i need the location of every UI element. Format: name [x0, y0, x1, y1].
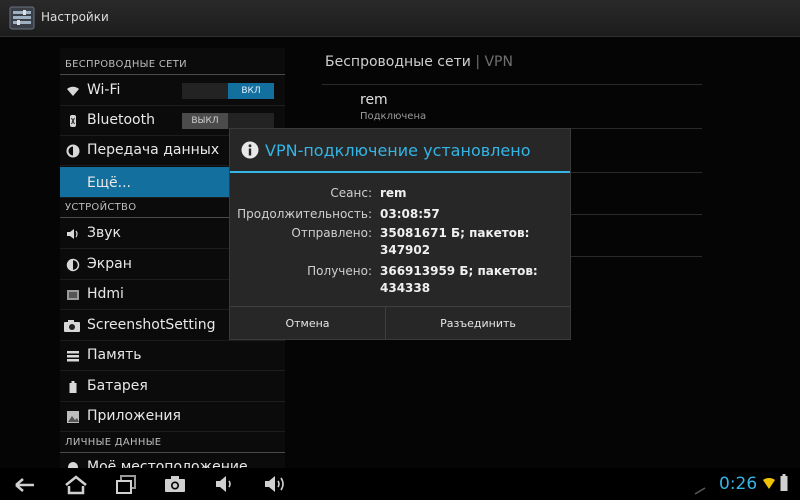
location-icon: [68, 462, 78, 468]
session-value: rem: [380, 186, 407, 200]
display-icon: [66, 258, 80, 272]
volume-down-icon[interactable]: [215, 475, 235, 493]
sidebar-item-label: Моё местоположение: [87, 459, 248, 468]
section-header-personal: ЛИЧНЫЕ ДАННЫЕ: [65, 437, 162, 448]
page-title: Беспроводные сети | VPN: [325, 54, 513, 70]
sent-value: 35081671 Б; пакетов: 347902: [380, 226, 530, 257]
sidebar-item-label: Батарея: [87, 378, 148, 394]
content-divider: [571, 256, 702, 257]
system-nav-bar: [0, 468, 800, 500]
section-divider: [60, 452, 285, 453]
sound-icon: [67, 229, 78, 239]
recent-apps-icon[interactable]: [115, 475, 137, 495]
vpn-connected-dialog: VPN-подключение установлено Сеанс: rem П…: [229, 128, 571, 340]
sidebar-item-label: Wi-Fi: [87, 82, 121, 98]
page-title-text: Беспроводные сети: [325, 54, 471, 70]
section-header-wireless: БЕСПРОВОДНЫЕ СЕТИ: [65, 59, 187, 70]
sidebar-item-label: Ещё...: [87, 175, 131, 191]
breadcrumb: | VPN: [475, 54, 513, 70]
section-divider: [60, 74, 285, 75]
vpn-profile-status: Подключена: [360, 111, 427, 122]
data-usage-icon: [66, 144, 80, 158]
sidebar-item-label: Звук: [87, 225, 121, 241]
info-icon: [241, 141, 259, 159]
dialog-header: VPN-подключение установлено: [230, 129, 570, 171]
cancel-button[interactable]: Отмена: [230, 307, 385, 340]
sidebar-item-wifi[interactable]: Wi-Fi ВКЛ: [60, 76, 285, 106]
dialog-button-bar: Отмена Разъединить: [230, 306, 570, 340]
wifi-toggle[interactable]: ВКЛ: [182, 83, 274, 99]
section-header-device: УСТРОЙСТВО: [65, 202, 137, 213]
clock[interactable]: 0:26: [719, 474, 757, 494]
volume-up-icon[interactable]: [264, 475, 288, 493]
content-divider: [322, 84, 702, 85]
title-bar: Настройки: [0, 0, 800, 37]
home-icon[interactable]: [64, 474, 88, 496]
duration-value: 03:08:57: [380, 207, 440, 221]
disconnect-button[interactable]: Разъединить: [386, 307, 570, 340]
received-value: 366913959 Б; пакетов: 434338: [380, 264, 538, 295]
sent-label: Отправлено:: [291, 226, 372, 240]
sidebar-item-label: Память: [87, 347, 142, 363]
sidebar-item-location[interactable]: Моё местоположение: [60, 454, 285, 468]
wifi-status-icon: [763, 478, 775, 489]
breadcrumb-vpn: VPN: [484, 54, 513, 70]
sidebar-item-battery[interactable]: Батарея: [60, 372, 285, 402]
battery-icon: [69, 381, 77, 393]
duration-label: Продолжительность:: [237, 207, 372, 221]
battery-status-icon: [780, 474, 788, 491]
toggle-state: ВЫКЛ: [182, 113, 228, 129]
app-title: Настройки: [41, 10, 109, 24]
bluetooth-toggle[interactable]: ВЫКЛ: [182, 113, 274, 129]
sidebar-item-label: Передача данных: [87, 142, 220, 158]
back-icon[interactable]: [14, 477, 36, 493]
sidebar-item-label: ScreenshotSetting: [87, 317, 216, 333]
content-divider: [571, 214, 702, 215]
received-label: Получено:: [307, 264, 372, 278]
sidebar-item-label: Bluetooth: [87, 112, 155, 128]
bluetooth-icon: [70, 115, 76, 127]
toggle-state: ВКЛ: [228, 83, 274, 99]
sidebar-item-storage[interactable]: Память: [60, 341, 285, 371]
hdmi-icon: [67, 290, 79, 300]
apps-icon: [67, 411, 79, 423]
storage-icon: [67, 351, 79, 362]
vpn-profile-name: rem: [360, 92, 388, 108]
camera-icon: [64, 320, 80, 332]
content-divider: [571, 172, 702, 173]
settings-app-icon[interactable]: [9, 6, 35, 30]
sidebar-item-label: Приложения: [87, 408, 181, 424]
notification-icon[interactable]: [694, 487, 706, 495]
session-label: Сеанс:: [330, 186, 372, 200]
sidebar-item-apps[interactable]: Приложения: [60, 402, 285, 432]
dialog-title: VPN-подключение установлено: [265, 141, 531, 160]
dialog-title-divider: [230, 171, 570, 173]
screenshot-icon[interactable]: [164, 475, 186, 493]
sidebar-item-label: Экран: [87, 256, 132, 272]
sidebar-item-label: Hdmi: [87, 286, 124, 302]
wifi-icon: [67, 86, 79, 96]
